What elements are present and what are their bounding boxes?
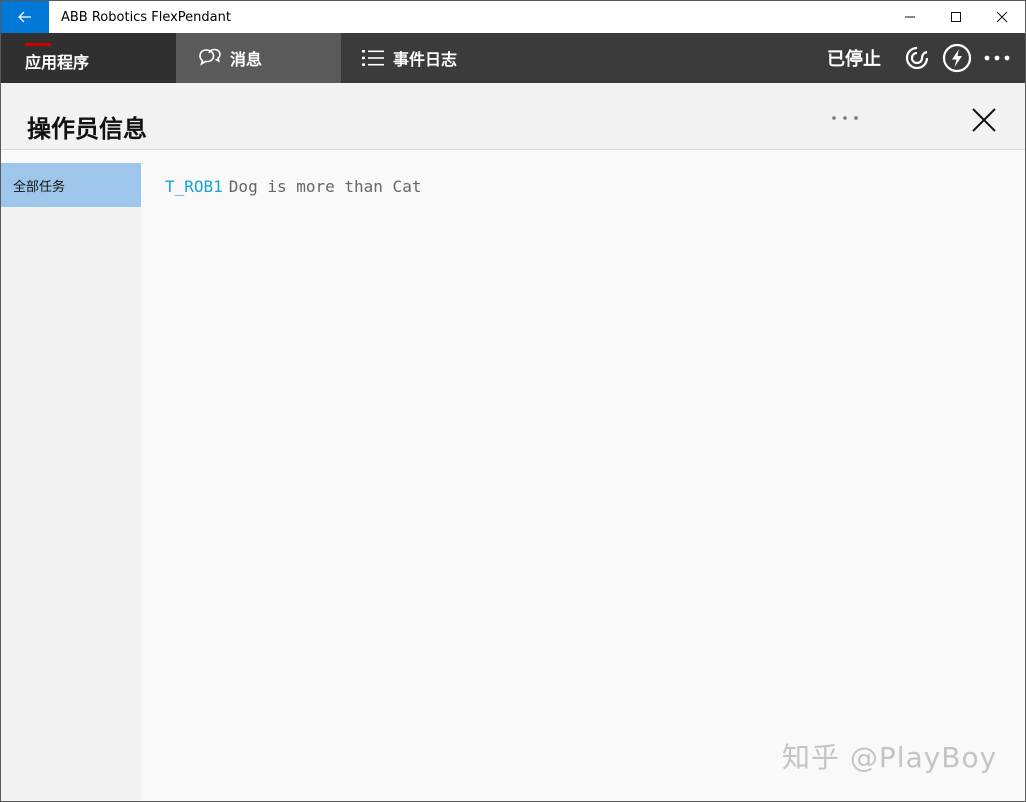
motor-button[interactable]	[897, 33, 937, 83]
tab-event-log[interactable]: 事件日志	[341, 33, 541, 83]
page-header: 操作员信息	[1, 83, 1025, 150]
close-icon	[996, 11, 1008, 23]
alert-indicator	[25, 43, 51, 46]
lightning-icon	[942, 43, 972, 73]
tab-messages-label: 消息	[230, 50, 263, 69]
message-list: T_ROB1 Dog is more than Cat	[141, 163, 1025, 801]
close-page-button[interactable]	[967, 103, 1001, 137]
sidebar-item-label: 全部任务	[13, 179, 66, 195]
more-dots-icon	[832, 116, 858, 120]
close-icon	[972, 108, 996, 132]
list-item[interactable]: T_ROB1 Dog is more than Cat	[165, 177, 421, 196]
sidebar-item-all-tasks[interactable]: 全部任务	[1, 163, 141, 207]
message-task: T_ROB1	[165, 177, 223, 196]
title-bar: ABB Robotics FlexPendant	[1, 1, 1025, 33]
back-arrow-icon	[18, 11, 31, 23]
page-more-button[interactable]	[827, 107, 863, 129]
back-button[interactable]	[1, 1, 49, 33]
app-title: ABB Robotics FlexPendant	[61, 9, 231, 25]
tab-applications-label: 应用程序	[25, 53, 90, 72]
power-button[interactable]	[937, 33, 977, 83]
tab-applications[interactable]: 应用程序	[1, 33, 176, 83]
minimize-icon	[905, 16, 915, 18]
task-sidebar: 全部任务	[1, 163, 141, 801]
minimize-button[interactable]	[887, 1, 933, 33]
motor-swirl-icon	[905, 46, 929, 70]
more-menu-button[interactable]	[977, 33, 1017, 83]
tab-messages[interactable]: 消息	[176, 33, 341, 83]
top-nav-bar: 应用程序 消息 事件日志 已停止	[1, 33, 1025, 83]
nav-status-area: 已停止	[827, 33, 1025, 83]
maximize-icon	[951, 12, 961, 22]
more-dots-icon	[984, 55, 1010, 61]
tab-event-log-label: 事件日志	[393, 50, 458, 69]
chat-bubbles-icon	[198, 47, 222, 69]
list-icon	[361, 48, 385, 68]
controller-status[interactable]: 已停止	[827, 45, 881, 71]
maximize-button[interactable]	[933, 1, 979, 33]
app-window: ABB Robotics FlexPendant 应用程序 消息 事件日志 已停…	[0, 0, 1026, 802]
watermark: 知乎 @PlayBoy	[782, 741, 998, 774]
close-window-button[interactable]	[979, 1, 1025, 33]
message-text: Dog is more than Cat	[228, 177, 422, 196]
window-controls	[887, 1, 1025, 33]
page-title: 操作员信息	[27, 115, 147, 143]
